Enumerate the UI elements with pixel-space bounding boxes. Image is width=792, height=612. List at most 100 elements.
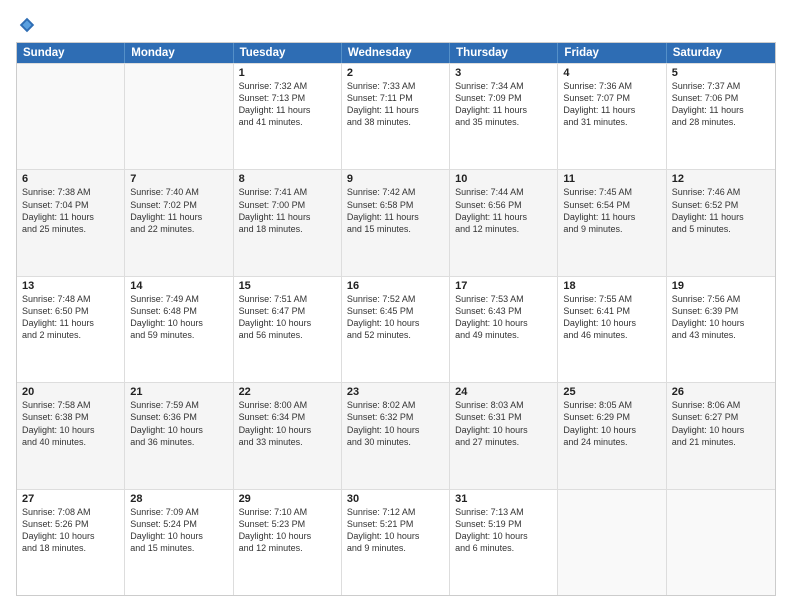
cell-line: Sunrise: 7:58 AM — [22, 399, 119, 411]
day-number: 13 — [22, 280, 119, 292]
calendar-cell-0-6: 5Sunrise: 7:37 AMSunset: 7:06 PMDaylight… — [667, 64, 775, 169]
cell-line: Sunset: 6:50 PM — [22, 305, 119, 317]
cell-line: Sunrise: 7:38 AM — [22, 186, 119, 198]
cell-line: Sunrise: 7:40 AM — [130, 186, 227, 198]
calendar-cell-4-3: 30Sunrise: 7:12 AMSunset: 5:21 PMDayligh… — [342, 490, 450, 595]
cell-line: Sunset: 6:34 PM — [239, 411, 336, 423]
cell-line: Sunset: 6:54 PM — [563, 199, 660, 211]
cell-line: Daylight: 10 hours — [239, 530, 336, 542]
day-number: 18 — [563, 280, 660, 292]
calendar-cell-2-2: 15Sunrise: 7:51 AMSunset: 6:47 PMDayligh… — [234, 277, 342, 382]
day-number: 26 — [672, 386, 770, 398]
day-number: 3 — [455, 67, 552, 79]
calendar-cell-1-3: 9Sunrise: 7:42 AMSunset: 6:58 PMDaylight… — [342, 170, 450, 275]
day-number: 21 — [130, 386, 227, 398]
cell-line: and 59 minutes. — [130, 329, 227, 341]
cell-line: Sunrise: 7:42 AM — [347, 186, 444, 198]
day-number: 29 — [239, 493, 336, 505]
cell-line: Daylight: 11 hours — [563, 211, 660, 223]
cell-line: Daylight: 11 hours — [672, 104, 770, 116]
cell-line: and 12 minutes. — [239, 542, 336, 554]
day-number: 24 — [455, 386, 552, 398]
day-number: 25 — [563, 386, 660, 398]
cell-line: and 52 minutes. — [347, 329, 444, 341]
day-number: 5 — [672, 67, 770, 79]
cell-line: Daylight: 10 hours — [672, 317, 770, 329]
cell-line: Sunset: 7:11 PM — [347, 92, 444, 104]
cell-line: and 21 minutes. — [672, 436, 770, 448]
calendar-cell-1-0: 6Sunrise: 7:38 AMSunset: 7:04 PMDaylight… — [17, 170, 125, 275]
calendar-cell-4-4: 31Sunrise: 7:13 AMSunset: 5:19 PMDayligh… — [450, 490, 558, 595]
cell-line: Daylight: 10 hours — [563, 317, 660, 329]
cell-line: Daylight: 10 hours — [347, 424, 444, 436]
cell-line: Sunset: 7:09 PM — [455, 92, 552, 104]
cell-line: Sunset: 5:21 PM — [347, 518, 444, 530]
cell-line: Sunrise: 7:49 AM — [130, 293, 227, 305]
cell-line: Daylight: 11 hours — [347, 211, 444, 223]
calendar-cell-2-3: 16Sunrise: 7:52 AMSunset: 6:45 PMDayligh… — [342, 277, 450, 382]
cell-line: and 31 minutes. — [563, 116, 660, 128]
cell-line: and 2 minutes. — [22, 329, 119, 341]
calendar-row-4: 27Sunrise: 7:08 AMSunset: 5:26 PM Dayligh… — [17, 489, 775, 595]
cell-line: and 15 minutes. — [347, 223, 444, 235]
cell-line: and 41 minutes. — [239, 116, 336, 128]
calendar-cell-3-0: 20Sunrise: 7:58 AMSunset: 6:38 PMDayligh… — [17, 383, 125, 488]
cell-line: Sunrise: 7:08 AM — [22, 506, 119, 518]
cell-line: Sunset: 7:04 PM — [22, 199, 119, 211]
cell-line: Sunset: 7:02 PM — [130, 199, 227, 211]
day-number: 7 — [130, 173, 227, 185]
cell-line: and 6 minutes. — [455, 542, 552, 554]
day-number: 1 — [239, 67, 336, 79]
weekday-header-tuesday: Tuesday — [234, 43, 342, 63]
day-number: 11 — [563, 173, 660, 185]
calendar-cell-4-0: 27Sunrise: 7:08 AMSunset: 5:26 PMDayligh… — [17, 490, 125, 595]
cell-line: Sunset: 6:41 PM — [563, 305, 660, 317]
cell-line: and 36 minutes. — [130, 436, 227, 448]
weekday-header-saturday: Saturday — [667, 43, 775, 63]
cell-line: Daylight: 10 hours — [130, 530, 227, 542]
cell-line: Sunset: 5:23 PM — [239, 518, 336, 530]
cell-line: Sunset: 5:24 PM — [130, 518, 227, 530]
cell-line: Daylight: 11 hours — [455, 104, 552, 116]
calendar-body: 1Sunrise: 7:32 AMSunset: 7:13 PMDaylight… — [17, 63, 775, 595]
day-number: 10 — [455, 173, 552, 185]
cell-line: Sunset: 6:27 PM — [672, 411, 770, 423]
cell-line: Sunrise: 7:46 AM — [672, 186, 770, 198]
day-number: 31 — [455, 493, 552, 505]
cell-line: Sunset: 5:19 PM — [455, 518, 552, 530]
calendar-row-2: 13Sunrise: 7:48 AMSunset: 6:50 PMDayligh… — [17, 276, 775, 382]
cell-line: Daylight: 11 hours — [455, 211, 552, 223]
cell-line: Sunset: 6:45 PM — [347, 305, 444, 317]
cell-line: and 28 minutes. — [672, 116, 770, 128]
cell-line: Sunrise: 8:00 AM — [239, 399, 336, 411]
cell-line: Sunset: 6:32 PM — [347, 411, 444, 423]
day-number: 19 — [672, 280, 770, 292]
calendar-cell-0-3: 2Sunrise: 7:33 AMSunset: 7:11 PMDaylight… — [342, 64, 450, 169]
cell-line: Daylight: 11 hours — [347, 104, 444, 116]
cell-line: Sunrise: 8:03 AM — [455, 399, 552, 411]
day-number: 12 — [672, 173, 770, 185]
calendar-cell-2-5: 18Sunrise: 7:55 AMSunset: 6:41 PMDayligh… — [558, 277, 666, 382]
calendar-cell-3-4: 24Sunrise: 8:03 AMSunset: 6:31 PMDayligh… — [450, 383, 558, 488]
cell-line: and 40 minutes. — [22, 436, 119, 448]
calendar-cell-4-1: 28Sunrise: 7:09 AMSunset: 5:24 PMDayligh… — [125, 490, 233, 595]
calendar-cell-4-6 — [667, 490, 775, 595]
calendar-cell-0-4: 3Sunrise: 7:34 AMSunset: 7:09 PMDaylight… — [450, 64, 558, 169]
cell-line: Sunset: 6:56 PM — [455, 199, 552, 211]
cell-line: Daylight: 10 hours — [563, 424, 660, 436]
cell-line: Sunset: 6:38 PM — [22, 411, 119, 423]
calendar-cell-2-0: 13Sunrise: 7:48 AMSunset: 6:50 PMDayligh… — [17, 277, 125, 382]
cell-line: Sunset: 6:31 PM — [455, 411, 552, 423]
cell-line: and 18 minutes. — [22, 542, 119, 554]
calendar-cell-1-5: 11Sunrise: 7:45 AMSunset: 6:54 PMDayligh… — [558, 170, 666, 275]
cell-line: Sunrise: 7:12 AM — [347, 506, 444, 518]
logo — [16, 16, 36, 34]
cell-line: and 43 minutes. — [672, 329, 770, 341]
cell-line: Sunset: 5:26 PM — [22, 518, 119, 530]
cell-line: Sunset: 6:29 PM — [563, 411, 660, 423]
cell-line: Daylight: 11 hours — [22, 317, 119, 329]
cell-line: Daylight: 11 hours — [672, 211, 770, 223]
cell-line: Sunrise: 8:05 AM — [563, 399, 660, 411]
cell-line: and 9 minutes. — [563, 223, 660, 235]
day-number: 27 — [22, 493, 119, 505]
